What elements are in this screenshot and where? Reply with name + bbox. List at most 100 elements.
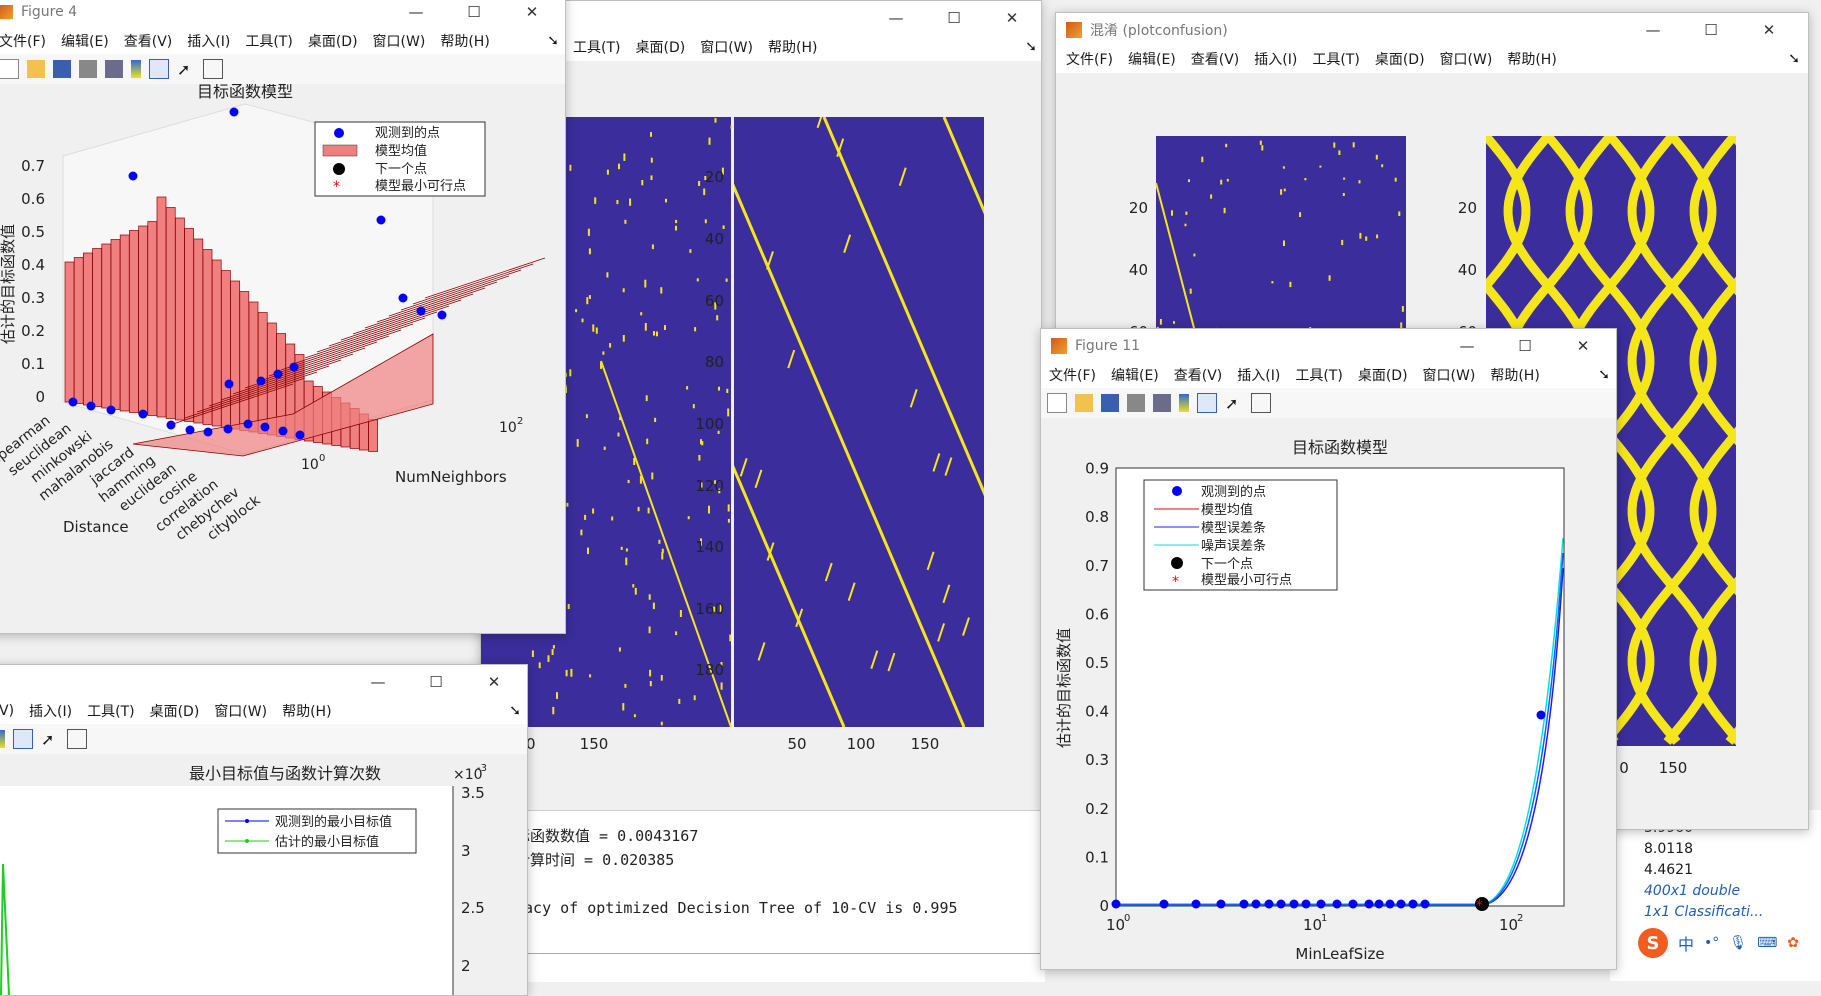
figure11-titlebar[interactable]: Figure 11 — ☐ ✕ (1041, 329, 1616, 362)
minimize-icon[interactable]: — (1438, 329, 1496, 362)
ztick-label: 0 (35, 388, 45, 406)
print-icon[interactable] (1127, 394, 1145, 412)
menu-view[interactable]: V) (0, 703, 14, 719)
microphone-icon[interactable]: 🎙 (1729, 935, 1747, 951)
menu-tools[interactable]: 工具(T) (245, 31, 292, 51)
menu-tools[interactable]: 工具(T) (1312, 49, 1359, 69)
menu-view[interactable]: 查看(V) (1174, 365, 1223, 385)
link-plot-icon[interactable] (105, 60, 123, 78)
menu-help[interactable]: 帮助(H) (768, 37, 817, 57)
open-file-icon[interactable] (1075, 394, 1093, 412)
menu-desktop[interactable]: 桌面(D) (308, 31, 358, 51)
close-icon[interactable]: ✕ (983, 1, 1041, 34)
colorbar-icon[interactable] (0, 730, 5, 748)
menu-view[interactable]: 查看(V) (1191, 49, 1240, 69)
observed-point-marker (1397, 900, 1406, 909)
menu-overflow-icon[interactable]: ➘ (547, 33, 559, 49)
menu-tools[interactable]: 工具(T) (87, 701, 134, 721)
ime-punct-icon[interactable]: •° (1704, 935, 1719, 951)
skin-icon[interactable]: ✿ (1787, 935, 1799, 951)
pointer-icon[interactable]: ➚ (177, 60, 195, 78)
new-figure-icon[interactable] (0, 59, 19, 79)
new-figure-icon[interactable] (1047, 393, 1067, 413)
menu-desktop[interactable]: 桌面(D) (1358, 365, 1408, 385)
menu-help[interactable]: 帮助(H) (1490, 365, 1539, 385)
menu-insert[interactable]: 插入(I) (1254, 49, 1297, 69)
menu-window[interactable]: 窗口(W) (1440, 49, 1493, 69)
menu-file[interactable]: 文件(F) (1049, 365, 1096, 385)
legend-icon[interactable] (1197, 393, 1217, 413)
menu-help[interactable]: 帮助(H) (1507, 49, 1556, 69)
menu-tools[interactable]: 工具(T) (1295, 365, 1342, 385)
maximize-icon[interactable]: ☐ (925, 1, 983, 34)
heatmap-cell (694, 327, 696, 331)
heatmap-cell (675, 226, 677, 231)
minimize-icon[interactable]: — (387, 0, 445, 28)
menu-help[interactable]: 帮助(H) (282, 701, 331, 721)
menu-tools[interactable]: 工具(T) (573, 37, 620, 57)
maximize-icon[interactable]: ☐ (1682, 13, 1740, 46)
menu-window[interactable]: 窗口(W) (214, 701, 267, 721)
confusion-titlebar[interactable]: 混淆 (plotconfusion) — ☐ ✕ (1056, 13, 1808, 46)
menu-view[interactable]: 查看(V) (124, 31, 173, 51)
menu-insert[interactable]: 插入(I) (1237, 365, 1280, 385)
save-icon[interactable] (1101, 394, 1119, 412)
property-inspector-icon[interactable] (203, 59, 223, 79)
min-objective-legend: 观测到的最小目标值 估计的最小目标值 (218, 809, 416, 853)
menu-window[interactable]: 窗口(W) (700, 37, 753, 57)
property-inspector-icon[interactable] (1251, 393, 1271, 413)
menu-overflow-icon[interactable]: ➘ (1025, 39, 1037, 55)
menu-insert[interactable]: 插入(I) (29, 701, 72, 721)
keyboard-icon[interactable]: ⌨ (1757, 935, 1777, 951)
workspace-value[interactable]: 1x1 Classificati... (1644, 904, 1763, 920)
close-icon[interactable]: ✕ (465, 665, 523, 698)
command-window[interactable]: 标函数数值 = 0.0043167 计算时间 = 0.020385 racy o… (505, 810, 1045, 982)
xtick-label: 0 (1619, 759, 1629, 777)
heatmap-cell (629, 199, 631, 206)
menu-desktop[interactable]: 桌面(D) (1375, 49, 1425, 69)
colorbar-icon[interactable] (131, 60, 141, 78)
print-icon[interactable] (79, 60, 97, 78)
menu-window[interactable]: 窗口(W) (373, 31, 426, 51)
sogou-logo-icon[interactable]: S (1638, 928, 1668, 958)
menu-help[interactable]: 帮助(H) (440, 31, 489, 51)
ime-mode-label[interactable]: 中 (1678, 931, 1694, 955)
legend-icon[interactable] (149, 59, 169, 79)
menu-edit[interactable]: 编辑(E) (1128, 49, 1176, 69)
menu-edit[interactable]: 编辑(E) (1111, 365, 1159, 385)
maximize-icon[interactable]: ☐ (1496, 329, 1554, 362)
menu-file[interactable]: 文件(F) (1066, 49, 1113, 69)
maximize-icon[interactable]: ☐ (445, 0, 503, 28)
minimize-icon[interactable]: — (867, 1, 925, 34)
minimize-icon[interactable]: — (1624, 13, 1682, 46)
menu-insert[interactable]: 插入(I) (187, 31, 230, 51)
menu-window[interactable]: 窗口(W) (1423, 365, 1476, 385)
menu-edit[interactable]: 编辑(E) (61, 31, 109, 51)
menu-overflow-icon[interactable]: ➘ (1598, 367, 1610, 383)
menu-overflow-icon[interactable]: ➘ (1788, 51, 1800, 67)
legend-icon[interactable] (13, 729, 33, 749)
menu-file[interactable]: 文件(F) (0, 31, 46, 51)
save-icon[interactable] (53, 60, 71, 78)
heatmap-cell (1376, 155, 1378, 160)
ztick-label: 0.1 (21, 355, 45, 373)
close-icon[interactable]: ✕ (1554, 329, 1612, 362)
close-icon[interactable]: ✕ (1740, 13, 1798, 46)
figure4-titlebar[interactable]: Figure 4 — ☐ ✕ (0, 0, 565, 28)
menu-overflow-icon[interactable]: ➘ (509, 703, 521, 719)
workspace-value[interactable]: 400x1 double (1644, 883, 1740, 899)
heatmap-cell (1173, 321, 1175, 324)
colorbar-icon[interactable] (1179, 394, 1189, 412)
ztick-label: 0.4 (21, 256, 45, 274)
link-plot-icon[interactable] (1153, 394, 1171, 412)
menu-desktop[interactable]: 桌面(D) (635, 37, 685, 57)
minimize-icon[interactable]: — (349, 665, 407, 698)
pointer-icon[interactable]: ➚ (1225, 394, 1243, 412)
property-inspector-icon[interactable] (67, 729, 87, 749)
menu-desktop[interactable]: 桌面(D) (150, 701, 200, 721)
close-icon[interactable]: ✕ (503, 0, 561, 28)
pointer-icon[interactable]: ➚ (41, 730, 59, 748)
maximize-icon[interactable]: ☐ (407, 665, 465, 698)
open-file-icon[interactable] (27, 60, 45, 78)
min-objective-titlebar[interactable]: — ☐ ✕ (0, 665, 527, 698)
